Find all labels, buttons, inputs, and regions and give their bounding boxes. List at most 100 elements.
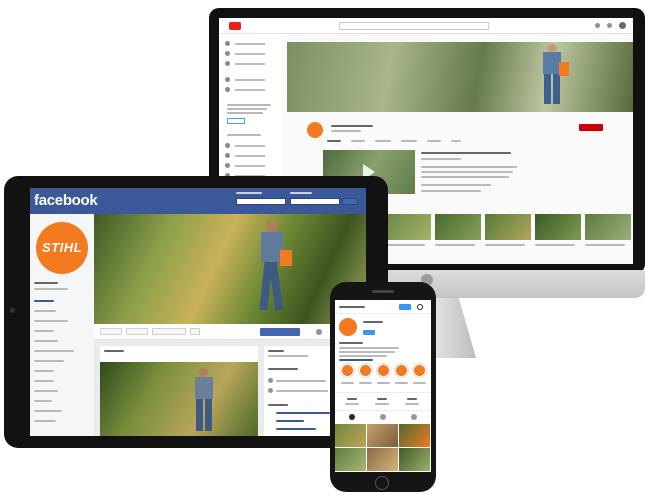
tab-playlists[interactable]: [375, 140, 391, 142]
sidebar-item[interactable]: [34, 420, 56, 422]
video-description: [421, 166, 517, 168]
sidebar-item[interactable]: [225, 162, 275, 170]
tab-home[interactable]: [327, 140, 341, 142]
profile-bio: [339, 355, 387, 357]
highlight-label: [359, 382, 372, 384]
sidebar-item[interactable]: [225, 40, 275, 48]
photo-tile[interactable]: [399, 448, 430, 471]
sidebar-item[interactable]: [225, 50, 275, 58]
page-name: [34, 282, 58, 284]
apps-icon[interactable]: [595, 23, 600, 28]
sidebar-item[interactable]: [34, 340, 58, 342]
video-thumbnail[interactable]: [435, 214, 481, 240]
list-view-icon[interactable]: [380, 414, 386, 420]
sidebar-item[interactable]: [225, 152, 275, 160]
video-thumbnail[interactable]: [385, 214, 431, 240]
profile-bio: [339, 347, 399, 349]
youtube-search-input[interactable]: [339, 22, 489, 30]
channel-logo[interactable]: [307, 122, 323, 138]
options-icon[interactable]: [417, 304, 423, 310]
subscribe-button[interactable]: [579, 124, 603, 131]
tab-community[interactable]: [401, 140, 417, 142]
about-link[interactable]: [276, 412, 330, 414]
sidebar-item[interactable]: [225, 76, 275, 84]
log-in-button[interactable]: [342, 198, 358, 205]
video-title: [421, 152, 511, 154]
story-highlight[interactable]: [377, 364, 390, 377]
sidebar-item[interactable]: [34, 310, 56, 312]
followers-count: [377, 398, 387, 400]
photo-tile[interactable]: [399, 424, 430, 447]
sidebar-item[interactable]: [34, 350, 74, 352]
sidebar-item[interactable]: [34, 330, 54, 332]
more-button[interactable]: [190, 328, 200, 335]
tab-videos[interactable]: [351, 140, 365, 142]
tab-channels[interactable]: [427, 140, 441, 142]
post-image[interactable]: [100, 362, 258, 436]
gaming-icon: [225, 163, 230, 168]
camera-icon: [10, 308, 15, 313]
sidebar-item[interactable]: [34, 400, 52, 402]
facebook-logo[interactable]: facebook: [34, 192, 98, 210]
sidebar-item[interactable]: [225, 86, 275, 94]
story-highlight[interactable]: [395, 364, 408, 377]
photo-tile[interactable]: [367, 448, 398, 471]
sidebar-item[interactable]: [34, 370, 54, 372]
instagram-logo[interactable]: [339, 306, 365, 308]
speaker-grille: [372, 290, 394, 293]
youtube-logo-icon[interactable]: [229, 22, 241, 30]
story-highlight[interactable]: [359, 364, 372, 377]
photo-tile[interactable]: [335, 424, 366, 447]
sidebar-item[interactable]: [34, 320, 68, 322]
photo-tile[interactable]: [335, 448, 366, 471]
video-thumbnail[interactable]: [535, 214, 581, 240]
video-thumbnail[interactable]: [585, 214, 631, 240]
gardener-figure: [192, 368, 216, 434]
send-message-button[interactable]: [260, 328, 300, 336]
like-button[interactable]: [100, 328, 122, 335]
messenger-icon[interactable]: [316, 329, 322, 335]
notifications-icon[interactable]: [607, 23, 612, 28]
sidebar-item[interactable]: [225, 142, 275, 150]
channel-banner-image: [287, 42, 633, 112]
tab-about[interactable]: [451, 140, 461, 142]
photo-tile[interactable]: [367, 424, 398, 447]
email-field[interactable]: [236, 198, 286, 205]
story-highlight[interactable]: [413, 364, 426, 377]
about-link[interactable]: [276, 428, 316, 430]
share-button[interactable]: [152, 328, 186, 335]
follow-button[interactable]: [363, 330, 375, 335]
sidebar-item[interactable]: [34, 360, 64, 362]
sidebar-item[interactable]: [34, 390, 58, 392]
sidebar-item[interactable]: [34, 380, 54, 382]
sign-up-button[interactable]: [399, 304, 411, 310]
followers-icon: [268, 388, 273, 393]
following-label: [405, 403, 419, 405]
home-button[interactable]: [375, 476, 389, 490]
profile-avatar[interactable]: [339, 318, 357, 336]
stihl-logo-text: STIHL: [41, 240, 83, 255]
sidebar-item[interactable]: [34, 410, 62, 412]
follow-button[interactable]: [126, 328, 148, 335]
gardener-figure: [256, 220, 292, 320]
cover-photo: [94, 214, 366, 324]
avatar[interactable]: [619, 22, 626, 29]
video-meta: [421, 158, 461, 160]
story-highlight[interactable]: [341, 364, 354, 377]
sign-in-prompt-line: [227, 112, 263, 114]
about-link[interactable]: [276, 420, 304, 422]
likes-icon: [268, 378, 273, 383]
video-description: [421, 190, 481, 192]
sign-in-button[interactable]: [227, 118, 245, 124]
grid-view-icon[interactable]: [349, 414, 355, 420]
gardener-figure: [537, 44, 569, 110]
tagged-icon[interactable]: [411, 414, 417, 420]
profile-bio: [339, 351, 395, 353]
profile-link[interactable]: [339, 359, 373, 361]
sign-in-prompt-line: [227, 108, 267, 110]
password-field[interactable]: [290, 198, 340, 205]
sidebar-item-home[interactable]: [34, 300, 54, 302]
video-thumbnail[interactable]: [485, 214, 531, 240]
sidebar-item[interactable]: [225, 60, 275, 68]
stihl-logo[interactable]: STIHL: [36, 222, 88, 274]
